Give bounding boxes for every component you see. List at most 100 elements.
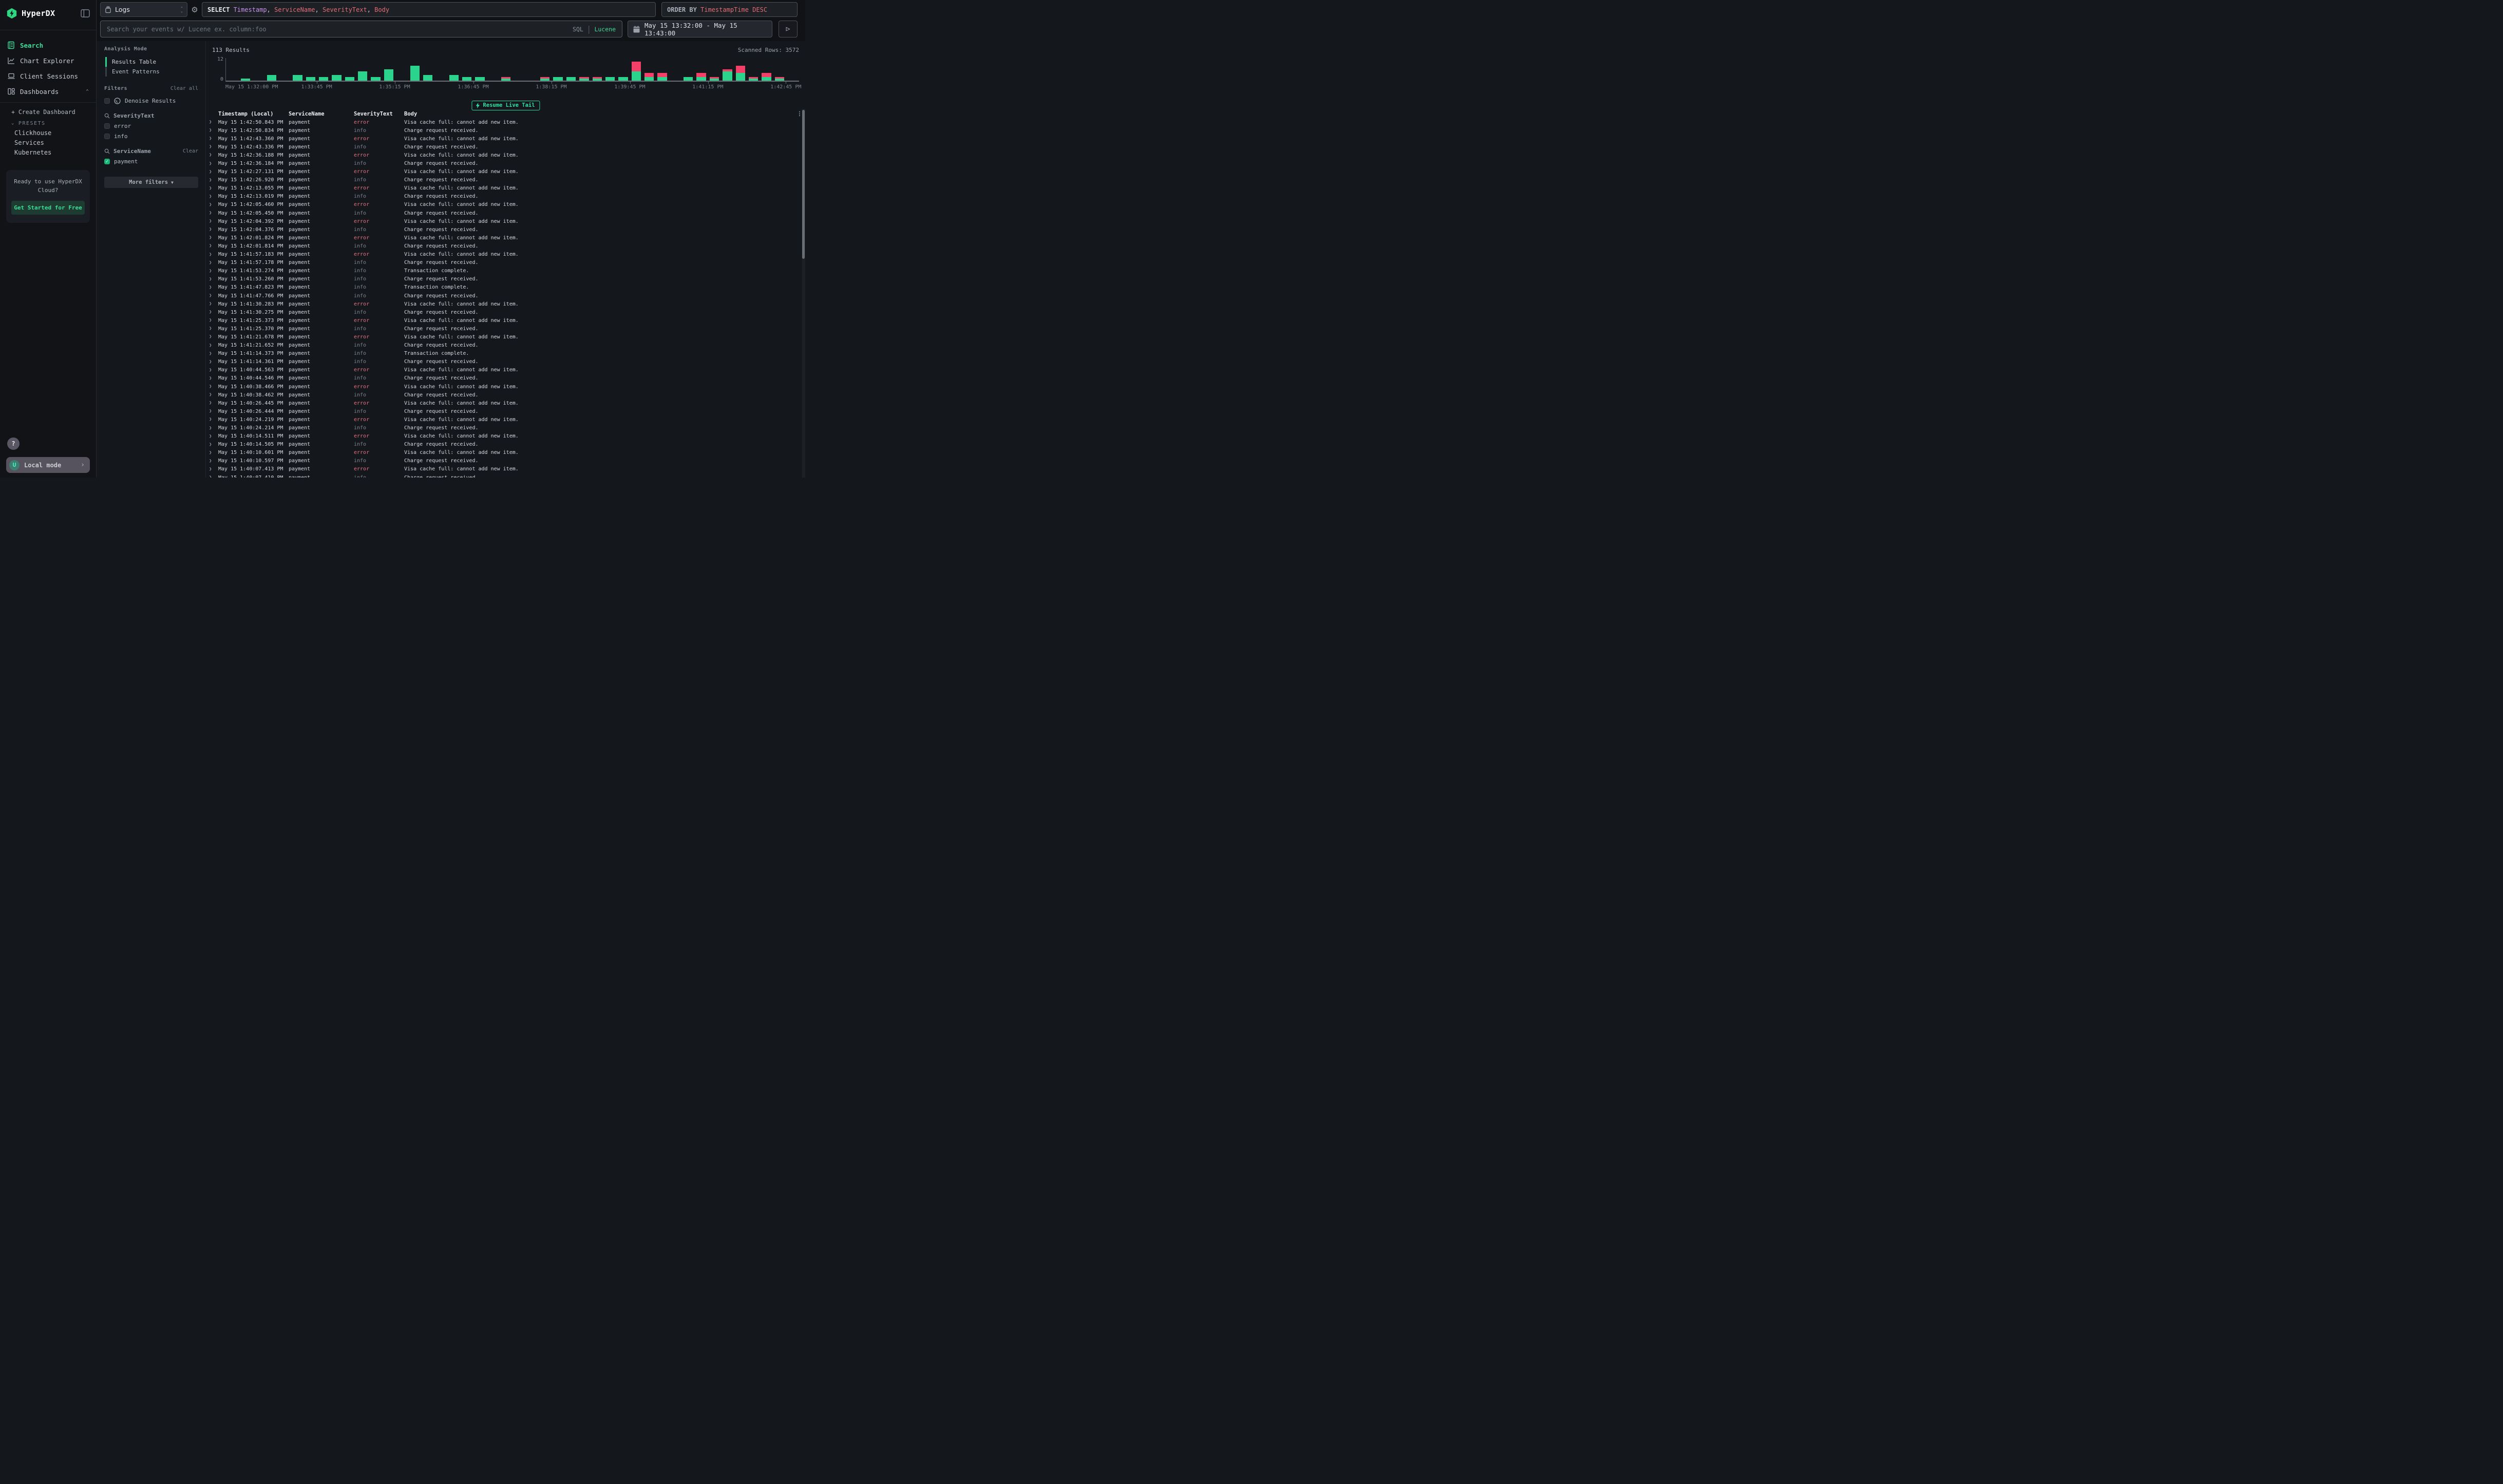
- row-expand-chevron-icon[interactable]: ❯: [209, 351, 218, 356]
- table-row[interactable]: ❯ May 15 1:41:47.823 PM payment info Tra…: [206, 283, 805, 292]
- table-row[interactable]: ❯ May 15 1:40:14.511 PM payment error Vi…: [206, 432, 805, 441]
- table-row[interactable]: ❯ May 15 1:41:57.183 PM payment error Vi…: [206, 251, 805, 259]
- table-row[interactable]: ❯ May 15 1:42:36.184 PM payment info Cha…: [206, 159, 805, 167]
- histogram-bar[interactable]: [656, 58, 669, 81]
- table-row[interactable]: ❯ May 15 1:40:10.597 PM payment info Cha…: [206, 457, 805, 465]
- clear-all-button[interactable]: Clear all: [170, 86, 198, 91]
- table-row[interactable]: ❯ May 15 1:40:07.413 PM payment error Vi…: [206, 465, 805, 473]
- table-row[interactable]: ❯ May 15 1:41:47.766 PM payment info Cha…: [206, 292, 805, 300]
- histogram-bar[interactable]: [786, 58, 799, 81]
- sidebar-item-dashboards[interactable]: Dashboards ⌃: [0, 84, 96, 99]
- row-expand-chevron-icon[interactable]: ❯: [209, 260, 218, 265]
- row-expand-chevron-icon[interactable]: ❯: [209, 434, 218, 439]
- table-row[interactable]: ❯ May 15 1:42:13.019 PM payment info Cha…: [206, 193, 805, 201]
- row-expand-chevron-icon[interactable]: ❯: [209, 334, 218, 339]
- histogram-bar[interactable]: [630, 58, 642, 81]
- table-row[interactable]: ❯ May 15 1:40:26.445 PM payment error Vi…: [206, 399, 805, 407]
- table-row[interactable]: ❯ May 15 1:40:14.505 PM payment info Cha…: [206, 441, 805, 449]
- preset-item[interactable]: Clickhouse: [0, 128, 96, 138]
- histogram-bar[interactable]: [408, 58, 421, 81]
- row-expand-chevron-icon[interactable]: ❯: [209, 417, 218, 422]
- col-severitytext[interactable]: SeverityText: [354, 111, 404, 117]
- row-expand-chevron-icon[interactable]: ❯: [209, 293, 218, 298]
- checkbox-unchecked[interactable]: [104, 98, 110, 104]
- row-expand-chevron-icon[interactable]: ❯: [209, 243, 218, 249]
- row-expand-chevron-icon[interactable]: ❯: [209, 301, 218, 307]
- table-scrollbar[interactable]: [801, 109, 805, 478]
- histogram-bar[interactable]: [539, 58, 552, 81]
- table-row[interactable]: ❯ May 15 1:41:21.678 PM payment error Vi…: [206, 333, 805, 341]
- row-expand-chevron-icon[interactable]: ❯: [209, 128, 218, 133]
- row-expand-chevron-icon[interactable]: ❯: [209, 450, 218, 455]
- histogram-bar[interactable]: [708, 58, 720, 81]
- histogram-bar[interactable]: [460, 58, 473, 81]
- sidebar-item-search[interactable]: Search: [0, 37, 96, 53]
- event-search-input[interactable]: Search your events w/ Lucene ex. column:…: [100, 21, 622, 37]
- histogram-plot[interactable]: [225, 58, 799, 82]
- row-expand-chevron-icon[interactable]: ❯: [209, 219, 218, 224]
- lang-toggle-sql[interactable]: SQL: [573, 26, 583, 33]
- histogram-bar[interactable]: [513, 58, 525, 81]
- histogram-bar[interactable]: [356, 58, 369, 81]
- histogram-bar[interactable]: [369, 58, 382, 81]
- table-row[interactable]: ❯ May 15 1:42:43.336 PM payment info Cha…: [206, 143, 805, 151]
- presets-toggle[interactable]: ⌄ PRESETS: [0, 118, 96, 128]
- row-expand-chevron-icon[interactable]: ❯: [209, 359, 218, 365]
- histogram-bar[interactable]: [747, 58, 760, 81]
- search-icon[interactable]: [104, 148, 110, 154]
- histogram-bar[interactable]: [304, 58, 317, 81]
- row-expand-chevron-icon[interactable]: ❯: [209, 368, 218, 373]
- row-expand-chevron-icon[interactable]: ❯: [209, 426, 218, 431]
- get-started-button[interactable]: Get Started for Free: [11, 201, 85, 215]
- date-range-picker[interactable]: May 15 13:32:00 - May 15 13:43:00: [628, 21, 772, 37]
- sidebar-item-chart-explorer[interactable]: Chart Explorer: [0, 53, 96, 68]
- histogram-bar[interactable]: [343, 58, 356, 81]
- preset-item[interactable]: Kubernetes: [0, 148, 96, 158]
- checkbox-checked[interactable]: ✓: [104, 159, 110, 164]
- table-row[interactable]: ❯ May 15 1:42:04.376 PM payment info Cha…: [206, 225, 805, 234]
- row-expand-chevron-icon[interactable]: ❯: [209, 211, 218, 216]
- table-row[interactable]: ❯ May 15 1:41:14.361 PM payment info Cha…: [206, 358, 805, 366]
- histogram-bar[interactable]: [682, 58, 695, 81]
- histogram-bar[interactable]: [421, 58, 434, 81]
- row-expand-chevron-icon[interactable]: ❯: [209, 401, 218, 406]
- row-expand-chevron-icon[interactable]: ❯: [209, 384, 218, 389]
- table-row[interactable]: ❯ May 15 1:42:05.460 PM payment error Vi…: [206, 201, 805, 209]
- row-expand-chevron-icon[interactable]: ❯: [209, 392, 218, 397]
- histogram-bar[interactable]: [734, 58, 747, 81]
- table-row[interactable]: ❯ May 15 1:41:25.373 PM payment error Vi…: [206, 316, 805, 325]
- row-expand-chevron-icon[interactable]: ❯: [209, 326, 218, 331]
- row-expand-chevron-icon[interactable]: ❯: [209, 467, 218, 472]
- histogram-bar[interactable]: [760, 58, 773, 81]
- histogram-bar[interactable]: [382, 58, 395, 81]
- row-expand-chevron-icon[interactable]: ❯: [209, 409, 218, 414]
- search-icon[interactable]: [104, 113, 110, 119]
- lang-toggle-lucene[interactable]: Lucene: [594, 26, 616, 33]
- run-query-button[interactable]: ▷: [779, 21, 798, 37]
- histogram-bar[interactable]: [578, 58, 591, 81]
- table-row[interactable]: ❯ May 15 1:41:30.283 PM payment error Vi…: [206, 300, 805, 308]
- table-row[interactable]: ❯ May 15 1:42:27.131 PM payment error Vi…: [206, 168, 805, 176]
- table-row[interactable]: ❯ May 15 1:40:07.410 PM payment info Cha…: [206, 473, 805, 478]
- histogram-bar[interactable]: [500, 58, 513, 81]
- histogram-bar[interactable]: [773, 58, 786, 81]
- row-expand-chevron-icon[interactable]: ❯: [209, 120, 218, 125]
- table-row[interactable]: ❯ May 15 1:40:44.546 PM payment info Cha…: [206, 374, 805, 383]
- select-columns-input[interactable]: SELECT Timestamp, ServiceName, SeverityT…: [202, 2, 656, 17]
- histogram-bar[interactable]: [291, 58, 304, 81]
- row-expand-chevron-icon[interactable]: ❯: [209, 310, 218, 315]
- row-expand-chevron-icon[interactable]: ❯: [209, 194, 218, 199]
- histogram-bar[interactable]: [603, 58, 616, 81]
- table-row[interactable]: ❯ May 15 1:42:50.834 PM payment info Cha…: [206, 126, 805, 135]
- histogram-bar[interactable]: [395, 58, 408, 81]
- table-row[interactable]: ❯ May 15 1:41:14.373 PM payment info Tra…: [206, 350, 805, 358]
- table-row[interactable]: ❯ May 15 1:41:53.260 PM payment info Cha…: [206, 275, 805, 283]
- filter-info-row[interactable]: info: [104, 133, 198, 140]
- table-row[interactable]: ❯ May 15 1:41:57.178 PM payment info Cha…: [206, 259, 805, 267]
- row-expand-chevron-icon[interactable]: ❯: [209, 285, 218, 290]
- histogram-bar[interactable]: [252, 58, 265, 81]
- more-filters-button[interactable]: More filters▼: [104, 177, 198, 188]
- table-row[interactable]: ❯ May 15 1:40:24.214 PM payment info Cha…: [206, 424, 805, 432]
- histogram-bar[interactable]: [669, 58, 681, 81]
- checkbox-unchecked[interactable]: [104, 134, 110, 139]
